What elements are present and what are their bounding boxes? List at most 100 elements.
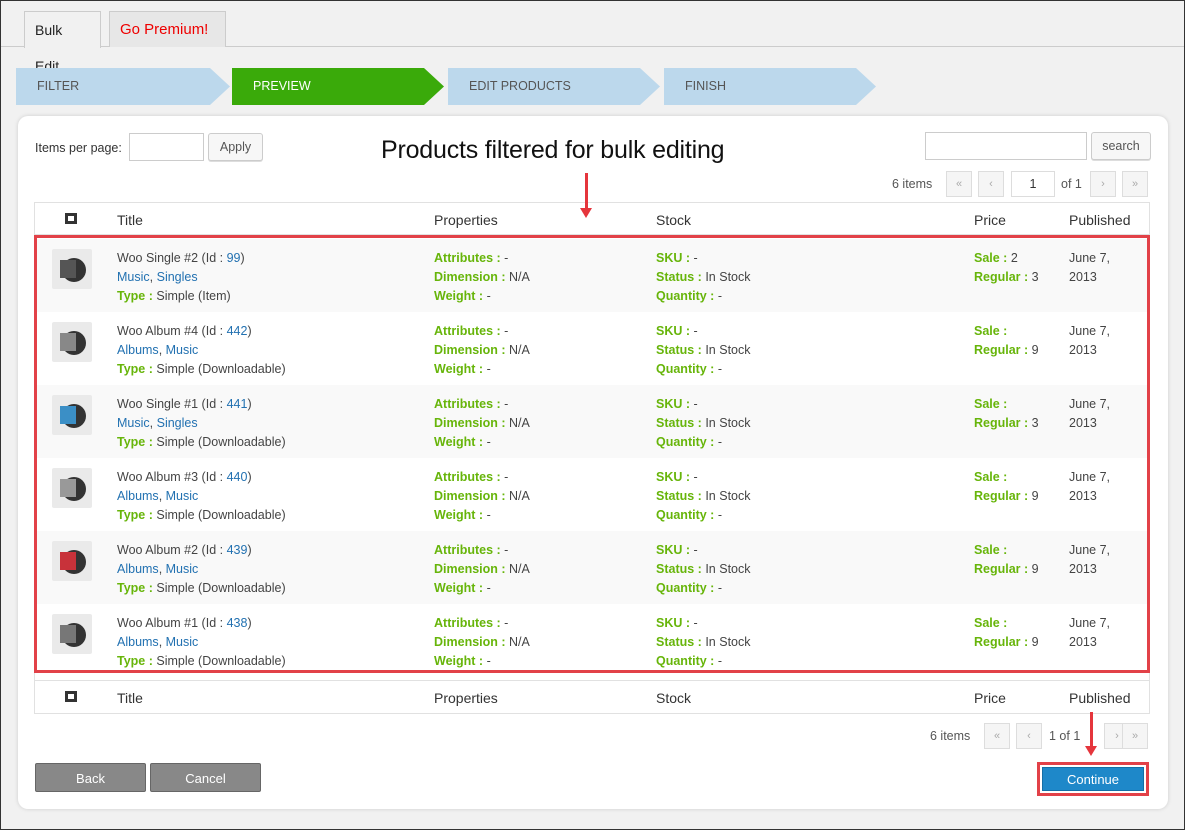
first-page-button[interactable]: « [946, 171, 972, 197]
dimension-value: N/A [509, 635, 530, 649]
weight-label: Weight : [434, 289, 484, 303]
sale-label: Sale : [974, 324, 1008, 338]
tab-go-premium[interactable]: Go Premium! [109, 11, 226, 47]
published-year: 2013 [1069, 343, 1097, 357]
category-link[interactable]: Music [166, 635, 199, 649]
status-value: In Stock [705, 416, 751, 430]
product-type: Simple (Downloadable) [156, 508, 286, 522]
dimension-value: N/A [509, 562, 530, 576]
back-button[interactable]: Back [35, 763, 146, 792]
dimension-label: Dimension : [434, 635, 506, 649]
status-value: In Stock [705, 343, 751, 357]
category-link[interactable]: Music [166, 562, 199, 576]
published-year: 2013 [1069, 270, 1097, 284]
sku-label: SKU : [656, 470, 691, 484]
product-id-link[interactable]: 441 [227, 397, 248, 411]
status-label: Status : [656, 562, 702, 576]
col-published[interactable]: Published [1069, 212, 1131, 228]
sale-value: 2 [1010, 251, 1018, 265]
status-value: In Stock [705, 489, 751, 503]
dimension-label: Dimension : [434, 562, 506, 576]
col-title[interactable]: Title [117, 690, 143, 706]
table-row: Woo Album #1 (Id : 438) Albums, Music Type… [35, 604, 1149, 677]
plugin-tabs: Bulk Edit Go Premium! [1, 1, 1184, 74]
product-id-link[interactable]: 442 [227, 324, 248, 338]
regular-label: Regular : [974, 562, 1029, 576]
dimension-value: N/A [509, 416, 530, 430]
product-id-link[interactable]: 440 [227, 470, 248, 484]
dimension-label: Dimension : [434, 416, 506, 430]
attributes-value: - [504, 470, 509, 484]
published-year: 2013 [1069, 562, 1097, 576]
col-title[interactable]: Title [117, 212, 143, 228]
sale-label: Sale : [974, 616, 1008, 630]
col-published[interactable]: Published [1069, 690, 1131, 706]
continue-highlight: Continue [1037, 762, 1149, 796]
product-id-link[interactable]: 99 [227, 251, 241, 265]
items-count-top: 6 items [892, 177, 933, 191]
search-button[interactable]: search [1091, 132, 1151, 160]
status-value: In Stock [705, 562, 751, 576]
sku-value: - [693, 324, 698, 338]
category-link[interactable]: Music [166, 343, 199, 357]
album-cover-icon [60, 260, 76, 278]
next-page-button[interactable]: › [1090, 171, 1116, 197]
category-link[interactable]: Music [166, 489, 199, 503]
sku-value: - [693, 616, 698, 630]
prev-page-button[interactable]: ‹ [978, 171, 1004, 197]
search-input[interactable] [925, 132, 1087, 160]
attributes-value: - [504, 616, 509, 630]
product-id-link[interactable]: 439 [227, 543, 248, 557]
status-value: In Stock [705, 635, 751, 649]
weight-value: - [486, 508, 491, 522]
category-link[interactable]: Albums [117, 343, 159, 357]
table-row: Woo Album #2 (Id : 439) Albums, Music Type… [35, 531, 1149, 604]
regular-label: Regular : [974, 489, 1029, 503]
tab-bulk-edit[interactable]: Bulk Edit [24, 11, 101, 74]
type-label: Type : [117, 289, 153, 303]
attributes-label: Attributes : [434, 616, 501, 630]
col-stock: Stock [656, 690, 692, 706]
product-thumbnail [52, 468, 92, 508]
col-price[interactable]: Price [974, 690, 1006, 706]
product-id-label: Id : [205, 324, 224, 338]
image-column-icon [65, 213, 77, 224]
prev-page-button-bottom[interactable]: ‹ [1016, 723, 1042, 749]
table-row: Woo Album #4 (Id : 442) Albums, Music Type… [35, 312, 1149, 385]
weight-label: Weight : [434, 581, 484, 595]
last-page-button-bottom[interactable]: » [1122, 723, 1148, 749]
published-year: 2013 [1069, 635, 1097, 649]
current-page-input[interactable]: 1 [1011, 171, 1055, 197]
items-per-page-input[interactable] [129, 133, 204, 161]
category-link[interactable]: Music [117, 416, 150, 430]
cancel-button[interactable]: Cancel [150, 763, 261, 792]
continue-button[interactable]: Continue [1042, 767, 1144, 791]
product-title: Woo Album #2 [117, 543, 199, 557]
category-link[interactable]: Albums [117, 562, 159, 576]
product-id-link[interactable]: 438 [227, 616, 248, 630]
annotation-headline: Products filtered for bulk editing [381, 136, 725, 164]
category-link[interactable]: Singles [157, 416, 198, 430]
dimension-label: Dimension : [434, 270, 506, 284]
col-properties: Properties [434, 690, 498, 706]
apply-button[interactable]: Apply [208, 133, 263, 161]
attributes-label: Attributes : [434, 251, 501, 265]
col-price[interactable]: Price [974, 212, 1006, 228]
step-edit-products: EDIT PRODUCTS [448, 68, 660, 105]
product-title: Woo Single #2 [117, 251, 199, 265]
last-page-button[interactable]: » [1122, 171, 1148, 197]
quantity-label: Quantity : [656, 581, 715, 595]
category-link[interactable]: Albums [117, 635, 159, 649]
first-page-button-bottom[interactable]: « [984, 723, 1010, 749]
weight-label: Weight : [434, 362, 484, 376]
category-link[interactable]: Singles [157, 270, 198, 284]
sku-label: SKU : [656, 543, 691, 557]
product-id-label: Id : [205, 543, 224, 557]
quantity-label: Quantity : [656, 289, 715, 303]
product-thumbnail [52, 541, 92, 581]
col-stock: Stock [656, 212, 692, 228]
category-link[interactable]: Albums [117, 489, 159, 503]
category-link[interactable]: Music [117, 270, 150, 284]
status-label: Status : [656, 270, 702, 284]
regular-value: 3 [1031, 270, 1039, 284]
